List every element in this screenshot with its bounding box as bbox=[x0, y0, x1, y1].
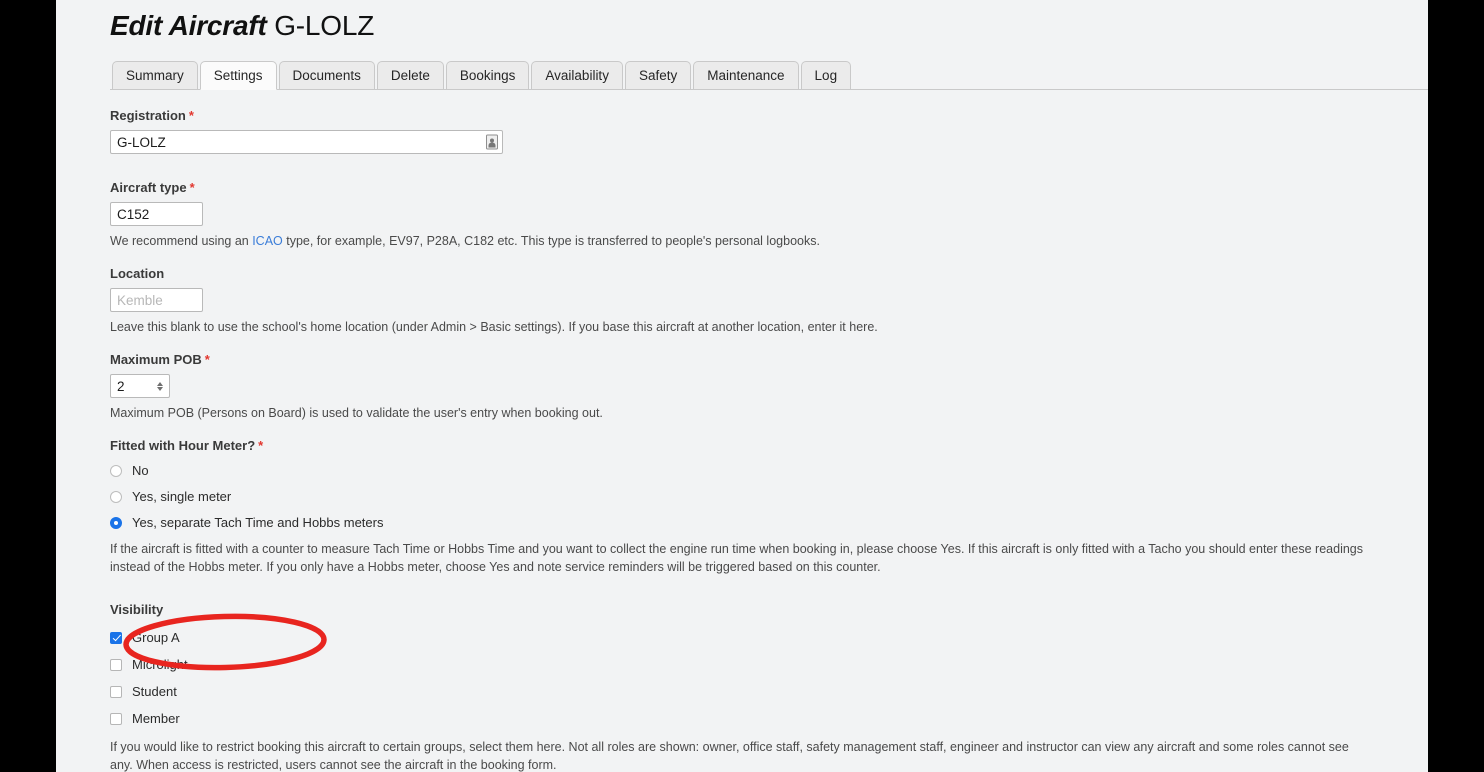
visibility-label-text: Visibility bbox=[110, 602, 164, 617]
registration-required-marker: * bbox=[188, 108, 194, 123]
page-canvas: Edit Aircraft G-LOLZ Summary Settings Do… bbox=[56, 0, 1428, 772]
checkbox-icon-microlight[interactable] bbox=[110, 658, 122, 671]
tab-settings[interactable]: Settings bbox=[199, 61, 277, 90]
registration-label: Registration * bbox=[110, 108, 1428, 124]
autofill-contact-card-icon[interactable] bbox=[486, 134, 498, 150]
settings-form: Registration* Aircraft type* We rec bbox=[110, 90, 1428, 772]
aircraft-type-label: Aircraft type * bbox=[110, 180, 1428, 196]
field-visibility: Visibility Group A Microlight Student Me… bbox=[110, 602, 1428, 772]
radio-icon-separate-meters[interactable] bbox=[110, 517, 122, 529]
location-input[interactable] bbox=[110, 288, 203, 312]
maximum-pob-required-marker: * bbox=[204, 352, 210, 367]
hour-meter-label-text: Fitted with Hour Meter? bbox=[110, 438, 256, 453]
tab-maintenance[interactable]: Maintenance bbox=[693, 61, 799, 89]
tab-bookings[interactable]: Bookings bbox=[445, 61, 530, 89]
tab-safety[interactable]: Safety bbox=[624, 61, 692, 89]
aircraft-type-help-suffix: type, for example, EV97, P28A, C182 etc.… bbox=[282, 234, 820, 248]
icao-link[interactable]: ICAO bbox=[252, 234, 283, 248]
checkbox-option-student[interactable]: Student bbox=[110, 678, 1428, 705]
radio-label-separate-meters[interactable]: Yes, separate Tach Time and Hobbs meters bbox=[132, 515, 383, 531]
hour-meter-label: Fitted with Hour Meter? * bbox=[110, 438, 1428, 454]
page-title-action: Edit Aircraft bbox=[110, 10, 267, 41]
maximum-pob-stepper bbox=[110, 374, 170, 398]
checkbox-label-group-a[interactable]: Group A bbox=[132, 630, 180, 646]
maximum-pob-label-text: Maximum POB bbox=[110, 352, 202, 367]
page-content: Edit Aircraft G-LOLZ Summary Settings Do… bbox=[110, 0, 1428, 772]
chevron-down-icon[interactable] bbox=[156, 386, 163, 391]
tab-summary[interactable]: Summary bbox=[112, 61, 198, 89]
checkbox-option-group-a[interactable]: Group A bbox=[110, 624, 1428, 651]
checkbox-label-student[interactable]: Student bbox=[132, 684, 177, 700]
location-help: Leave this blank to use the school's hom… bbox=[110, 320, 878, 334]
maximum-pob-label: Maximum POB * bbox=[110, 352, 1428, 368]
radio-label-no[interactable]: No bbox=[132, 463, 149, 479]
checkbox-option-microlight[interactable]: Microlight bbox=[110, 651, 1428, 678]
aircraft-type-input[interactable] bbox=[110, 202, 203, 226]
checkbox-option-member[interactable]: Member bbox=[110, 705, 1428, 732]
field-registration: Registration * bbox=[110, 108, 1428, 154]
visibility-label: Visibility bbox=[110, 602, 1428, 618]
spinner-arrows-icon[interactable] bbox=[153, 377, 166, 395]
hour-meter-help-line-2: of the Hobbs meter. If you only have a H… bbox=[153, 560, 881, 574]
maximum-pob-help: Maximum POB (Persons on Board) is used t… bbox=[110, 406, 603, 420]
registration-input-wrapper bbox=[110, 130, 503, 154]
tab-availability[interactable]: Availability bbox=[531, 61, 623, 89]
field-location: Location Leave this blank to use the sch… bbox=[110, 266, 1428, 336]
checkbox-icon-group-a[interactable] bbox=[110, 631, 122, 644]
tab-delete[interactable]: Delete bbox=[376, 61, 444, 89]
checkbox-icon-student[interactable] bbox=[110, 685, 122, 698]
registration-label-text: Registration bbox=[110, 108, 186, 123]
screenshot-root: Edit Aircraft G-LOLZ Summary Settings Do… bbox=[0, 0, 1484, 772]
tab-log[interactable]: Log bbox=[800, 61, 852, 89]
checkbox-icon-member[interactable] bbox=[110, 712, 122, 725]
radio-icon-no[interactable] bbox=[110, 465, 122, 477]
aircraft-type-label-text: Aircraft type bbox=[110, 180, 187, 195]
location-label: Location bbox=[110, 266, 1428, 282]
field-hour-meter: Fitted with Hour Meter? * No Yes, single … bbox=[110, 438, 1428, 576]
radio-icon-single-meter[interactable] bbox=[110, 491, 122, 503]
page-title: Edit Aircraft G-LOLZ bbox=[110, 0, 1428, 44]
radio-label-single-meter[interactable]: Yes, single meter bbox=[132, 489, 231, 505]
aircraft-type-required-marker: * bbox=[189, 180, 195, 195]
chevron-up-icon[interactable] bbox=[156, 381, 163, 386]
visibility-help-line-2: When access is restricted, users cannot … bbox=[136, 758, 557, 772]
radio-option-single-meter[interactable]: Yes, single meter bbox=[110, 486, 1428, 508]
hour-meter-required-marker: * bbox=[258, 438, 264, 453]
location-label-text: Location bbox=[110, 266, 165, 281]
aircraft-type-help-prefix: We recommend using an bbox=[110, 234, 253, 248]
visibility-help: If you would like to restrict booking th… bbox=[110, 738, 1372, 772]
field-maximum-pob: Maximum POB* Maximum POB (Persons on Boa… bbox=[110, 352, 1428, 422]
hour-meter-help: If the aircraft is fitted with a counter… bbox=[110, 540, 1372, 576]
checkbox-label-microlight[interactable]: Microlight bbox=[132, 657, 188, 673]
checkbox-label-member[interactable]: Member bbox=[132, 711, 180, 727]
tab-documents[interactable]: Documents bbox=[278, 61, 375, 89]
tab-bar: Summary Settings Documents Delete Bookin… bbox=[110, 61, 1428, 90]
radio-option-separate-meters[interactable]: Yes, separate Tach Time and Hobbs meters bbox=[110, 512, 1428, 534]
aircraft-type-help: We recommend using an ICAO type, for exa… bbox=[110, 232, 1372, 250]
field-aircraft-type: Aircraft type* We recommend using an ICA… bbox=[110, 180, 1428, 250]
radio-option-no[interactable]: No bbox=[110, 460, 1428, 482]
page-title-registration: G-LOLZ bbox=[274, 10, 375, 41]
registration-input[interactable] bbox=[110, 130, 503, 154]
